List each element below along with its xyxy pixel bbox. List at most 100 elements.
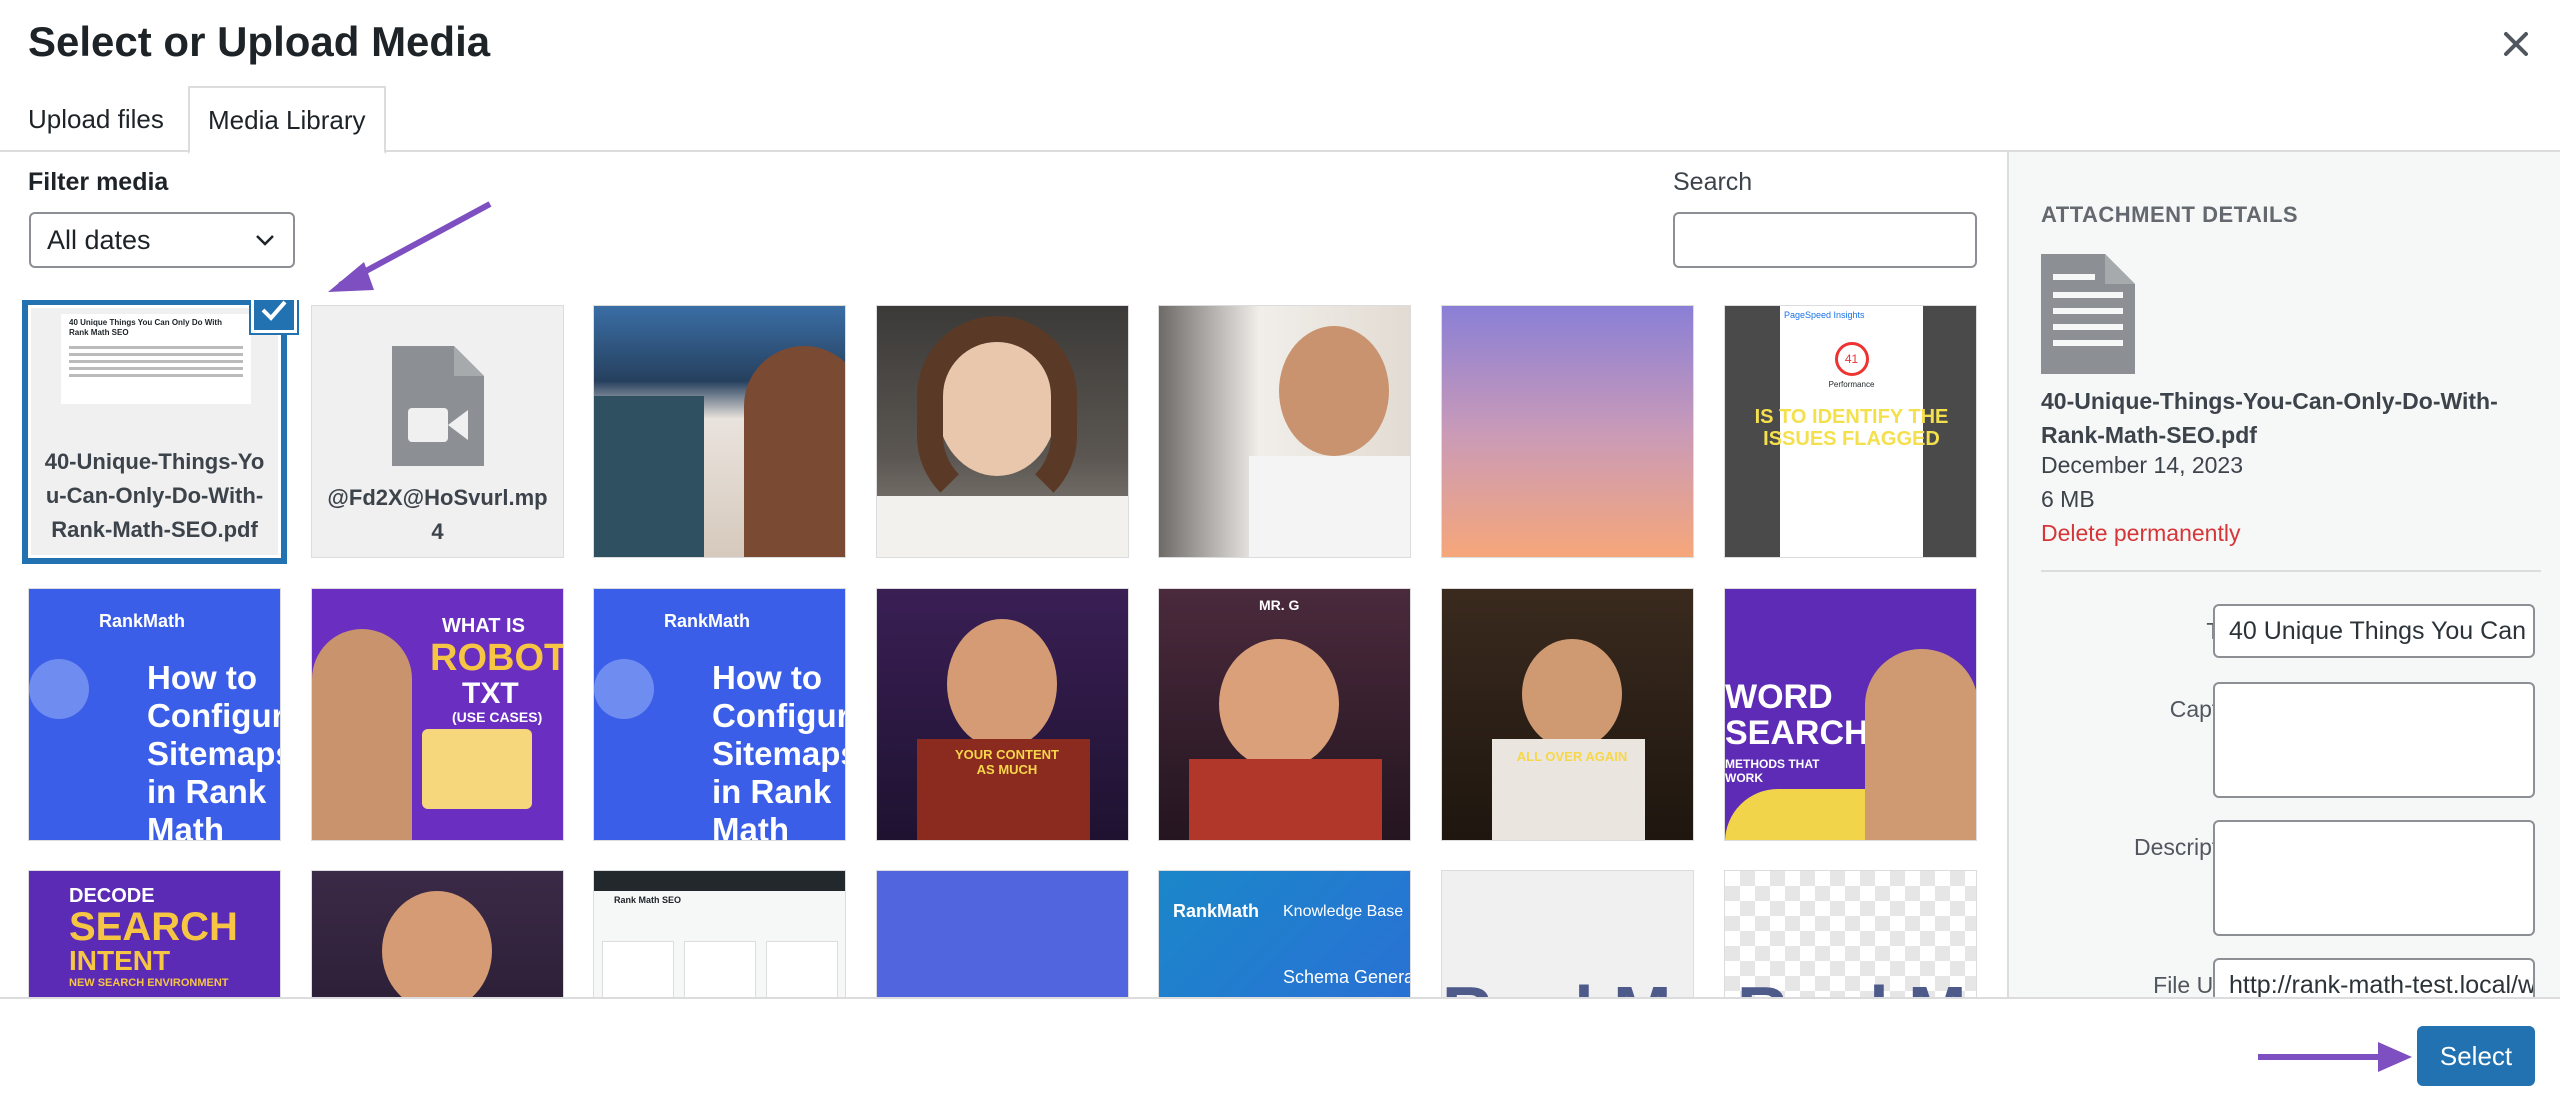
media-item-solid[interactable] [876,870,1129,997]
person-face-shape [1522,639,1622,749]
screenshot-overlay-text: IS TO IDENTIFY THE ISSUES FLAGGED [1754,406,1949,450]
annotation-arrow-icon [2258,1042,2412,1072]
photo-shirt-shape [1249,456,1410,557]
modal-footer [0,997,2560,1101]
media-item-thumbnail[interactable]: RankMath How to Configure Sitemaps in Ra… [593,588,846,841]
thumbnail-headline: WORD SEARCH [1725,678,1869,752]
sidebar-divider [2041,570,2541,572]
media-grid: 40 Unique Things You Can Only Do With Ra… [0,300,2005,997]
person-face-shape [382,891,492,997]
media-item-thumbnail[interactable]: ALL OVER AGAIN [1441,588,1694,841]
rankmath-logo-text: RankMath [1173,901,1260,921]
media-item-pdf[interactable]: 40 Unique Things You Can Only Do With Ra… [22,300,287,564]
rankmath-logo-text: RankMath [664,611,751,631]
pdf-line [69,374,243,377]
file-url-value: http://rank-math-test.local/wp-content/u… [2229,970,2535,998]
tab-media-library[interactable]: Media Library [188,86,386,154]
caption-field[interactable] [2213,682,2535,798]
delete-permanently-link[interactable]: Delete permanently [2041,520,2240,547]
search-label: Search [1673,168,1753,196]
filter-media-label: Filter media [28,168,169,196]
document-icon [2041,254,2135,374]
attachment-details-heading: ATTACHMENT DETAILS [2041,202,2299,227]
thumbnail-headline: How to Configure Sitemaps in Rank Math [147,659,281,841]
file-url-field[interactable]: http://rank-math-test.local/wp-content/u… [2213,958,2535,997]
attachment-size: 6 MB [2041,486,2095,512]
person-face-shape [1219,639,1339,769]
photo-hair-shape [917,316,1077,516]
media-item-photo[interactable] [876,305,1129,558]
description-field[interactable] [2213,820,2535,936]
dashboard-card [602,941,674,997]
media-item-screenshot[interactable]: PageSpeed Insights 41 Performance IS TO … [1724,305,1977,558]
media-item-video[interactable]: @Fd2X@HoSvurl.mp4 [311,305,564,558]
tab-upload-files[interactable]: Upload files [10,86,182,152]
thumbnail-headline: SEARCH [69,905,238,949]
attachment-date: December 14, 2023 [2041,452,2244,478]
media-item-logo[interactable]: RankM [1724,870,1977,997]
pdf-line [69,353,243,356]
attachment-filename: 40-Unique-Things-You-Can-Only-Do-With- R… [2041,384,2541,452]
modal-title: Select or Upload Media [28,18,491,65]
photo-person-shape [744,346,845,557]
screenshot-title: Rank Math SEO [614,895,682,905]
media-item-thumbnail[interactable]: RankMath Knowledge Base Schema Genera [1158,870,1411,997]
pdf-line [69,346,243,349]
media-item-thumbnail[interactable]: RankMath How to Configure Sitemaps in Ra… [28,588,281,841]
thumbnail-caption: MR. G [1259,597,1300,613]
media-item-gradient[interactable] [1441,305,1694,558]
media-item-logo[interactable]: RankM [1441,870,1694,997]
pdf-line [69,360,243,363]
dashboard-card [766,941,838,997]
checkmark-glyph [261,300,287,321]
selected-check-icon[interactable] [251,300,297,333]
media-item-thumbnail[interactable]: YOUR CONTENT AS MUCH [876,588,1129,841]
title-field[interactable]: 40 Unique Things You Can Only Do With Ra… [2213,604,2535,658]
title-value: 40 Unique Things You Can Only Do With Ra… [2229,616,2533,645]
close-icon[interactable] [2494,22,2538,66]
media-tabs: Upload files Media Library [0,86,2560,154]
document-shape [422,729,532,809]
screenshot-title: PageSpeed Insights [1784,310,1865,320]
search-input[interactable] [1673,212,1977,268]
person-shirt-shape [1189,759,1382,840]
media-filename: @Fd2X@HoSvurl.mp4 [327,485,548,544]
score-circle: 41 [1834,342,1869,376]
thumbnail-caption: METHODS THAT WORK [1725,757,1820,785]
dashboard-card [684,941,756,997]
select-button[interactable]: Select [2417,1026,2535,1086]
person-shape [1865,649,1976,840]
person-face-shape [947,619,1057,749]
media-item-thumbnail[interactable]: DECODE SEARCH INTENT NEW SEARCH ENVIRONM… [28,870,281,997]
rankmath-logo-text: RankMath [99,611,186,631]
media-item-thumbnail[interactable]: WHAT IS ROBOTS TXT (USE CASES) [311,588,564,841]
person-shape [312,629,412,840]
thumbnail-headline: How to Configure Sitemaps in Rank Math [712,659,846,841]
close-x-glyph [2504,32,2528,56]
attachment-details-sidebar: ATTACHMENT DETAILS 40-Unique-Things-You-… [2007,152,2560,997]
thumbnail-caption: NEW SEARCH ENVIRONMENT [69,977,229,989]
admin-bar [594,871,845,891]
media-filename: 40-Unique-Things-You-Can-Only-Do-With-Ra… [44,449,265,542]
date-filter-select[interactable]: All dates [29,212,295,268]
media-item-thumbnail[interactable] [311,870,564,997]
pdf-preview-title: 40 Unique Things You Can Only Do With Ra… [69,318,222,337]
thumbnail-caption: (USE CASES) [452,709,543,725]
chevron-down-icon [256,235,274,246]
thumbnail-headline: ROBOTS [430,637,563,679]
thumbnail-kicker: WHAT IS [442,615,525,637]
performance-label: Performance [1828,380,1875,389]
media-item-photo[interactable] [593,305,846,558]
media-item-screenshot[interactable]: Rank Math SEO [593,870,846,997]
pdf-preview: 40 Unique Things You Can Only Do With Ra… [61,314,251,404]
date-filter-value: All dates [47,224,151,255]
pdf-line [69,367,243,370]
media-item-thumbnail[interactable]: MR. G [1158,588,1411,841]
media-item-photo[interactable] [1158,305,1411,558]
thumbnail-subhead: INTENT [69,945,171,976]
thumbnail-subhead: TXT [462,677,519,710]
kb-label: Knowledge Base [1283,903,1404,920]
thumbnail-caption: ALL OVER AGAIN [1516,749,1628,764]
media-item-thumbnail[interactable]: WORD SEARCH METHODS THAT WORK [1724,588,1977,841]
photo-face-shape [1279,326,1389,456]
